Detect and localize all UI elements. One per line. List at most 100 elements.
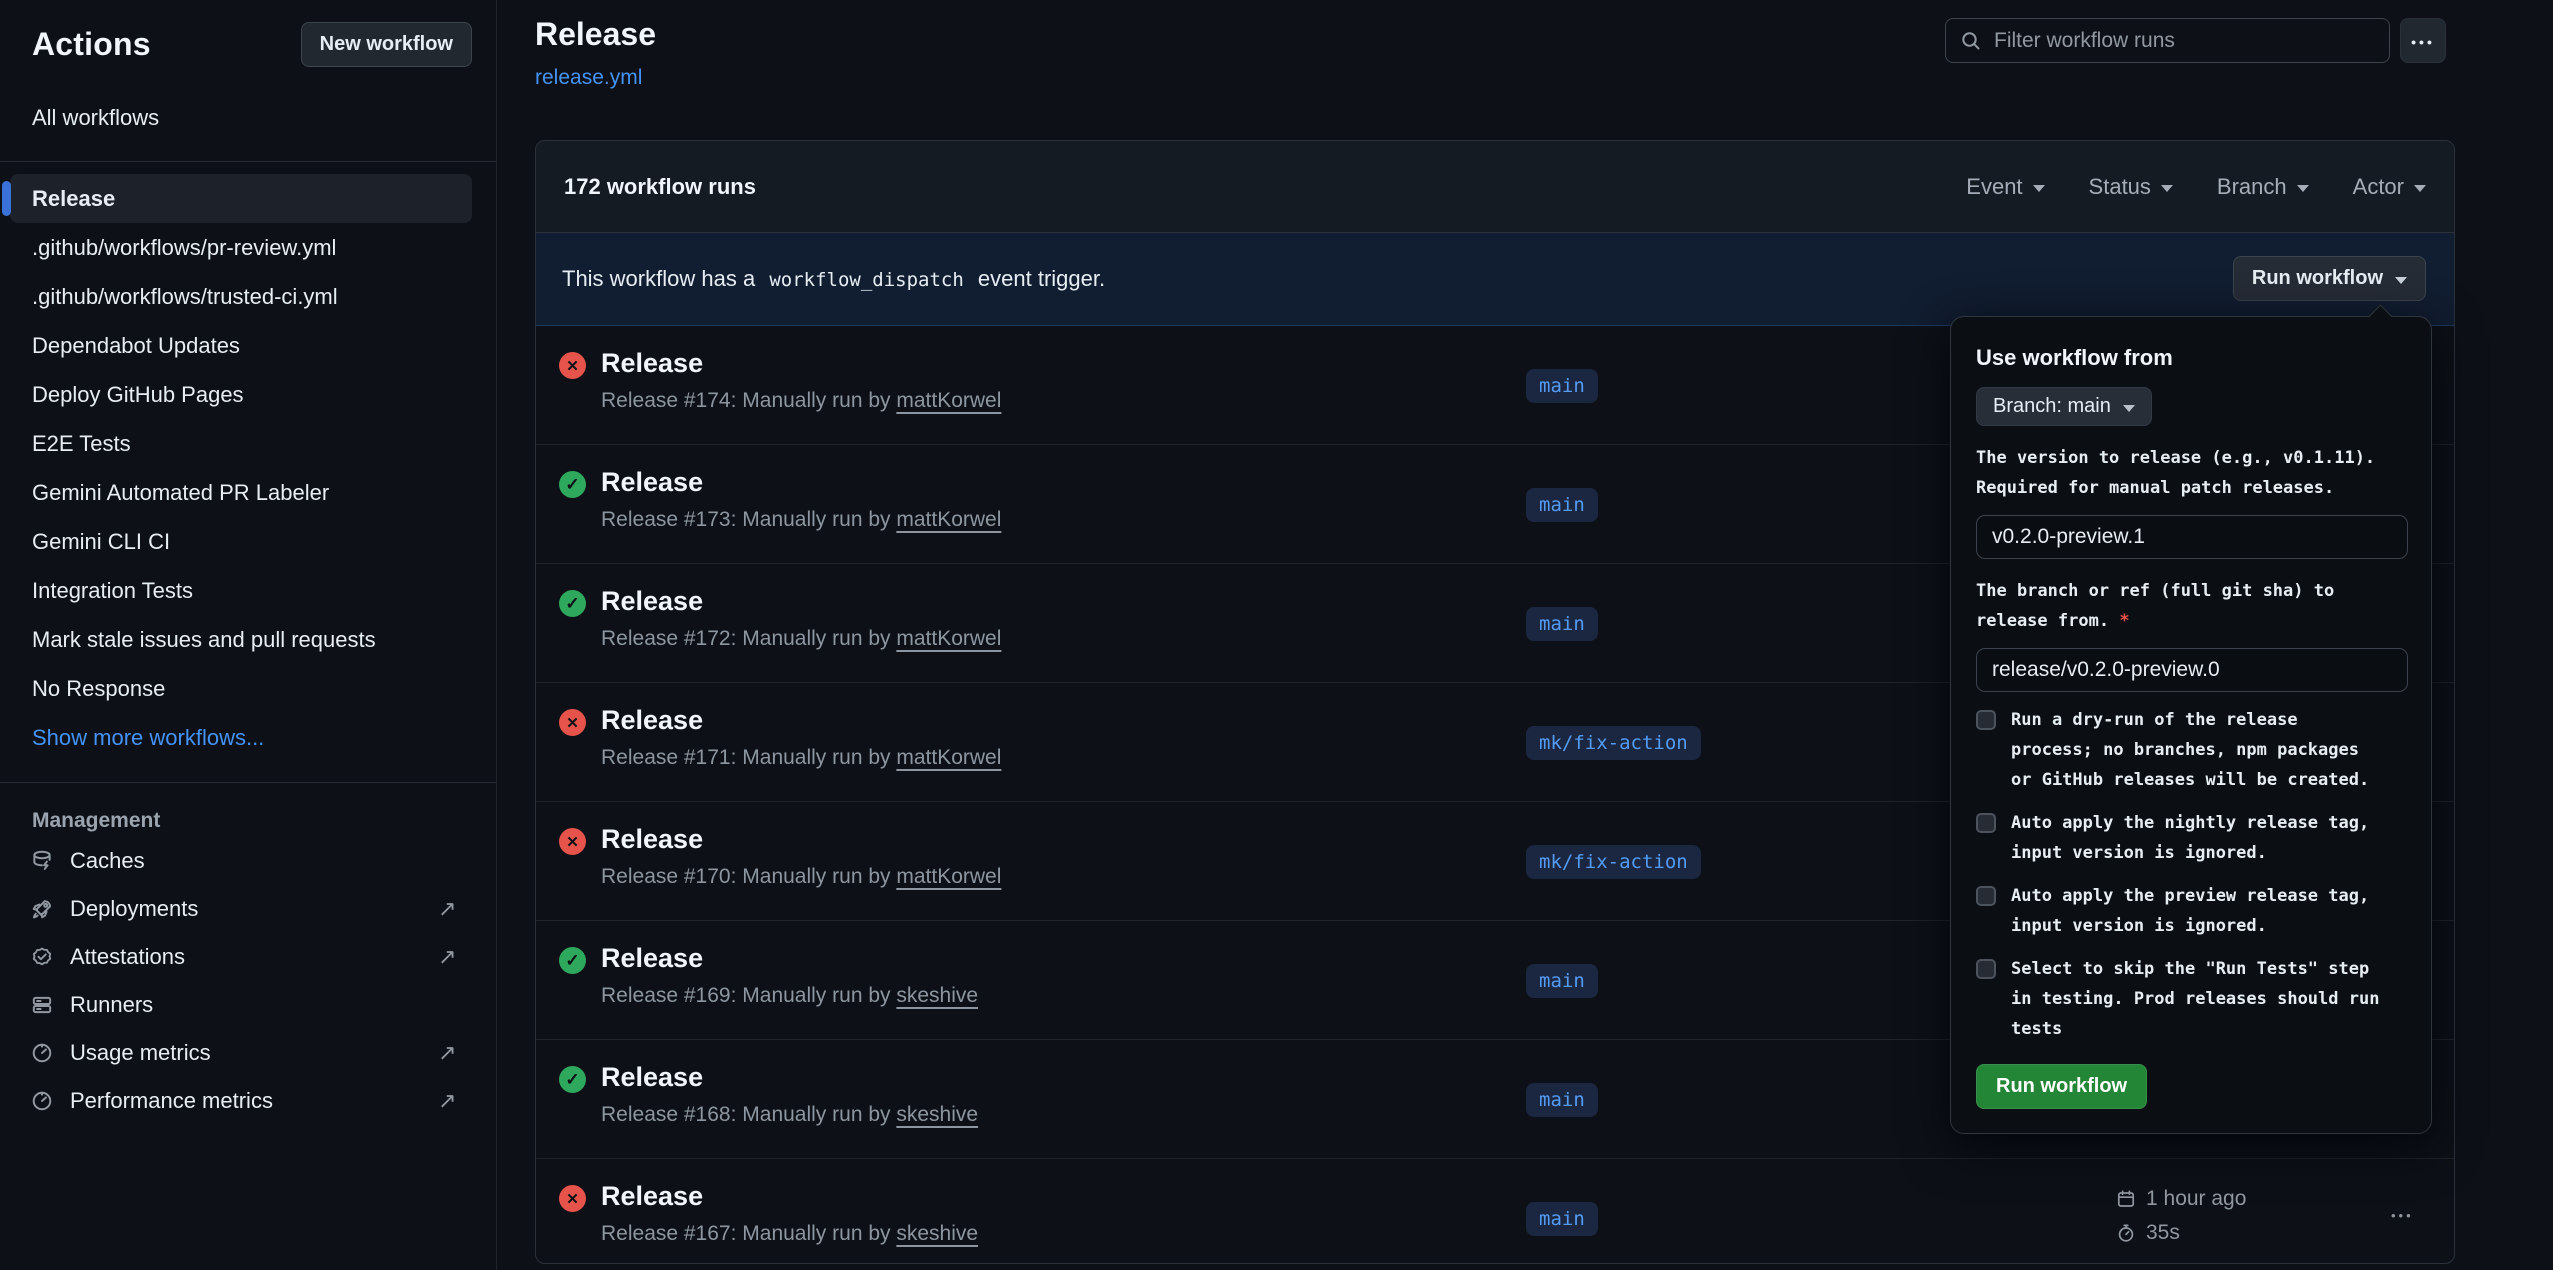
run-title[interactable]: Release (601, 467, 703, 498)
sidebar-item-label: Caches (70, 848, 460, 874)
chevron-down-icon (2033, 185, 2045, 192)
sidebar-item-performance-metrics[interactable]: Performance metrics (0, 1077, 496, 1125)
run-description: Release #174: Manually run by mattKorwel (601, 389, 1001, 413)
branch-badge[interactable]: mk/fix-action (1526, 845, 1701, 879)
version-input[interactable] (1976, 515, 2408, 559)
sidebar-item-deploy-github-pages[interactable]: Deploy GitHub Pages (0, 370, 496, 419)
sidebar-item-release[interactable]: Release (10, 174, 472, 223)
sidebar-item-label: Attestations (70, 944, 422, 970)
run-title[interactable]: Release (601, 348, 703, 379)
run-status-icon (559, 828, 586, 855)
sidebar-item-pr-review[interactable]: .github/workflows/pr-review.yml (0, 223, 496, 272)
workflow-file-link[interactable]: release.yml (535, 66, 642, 90)
filter-status[interactable]: Status (2089, 174, 2173, 200)
branch-badge[interactable]: main (1526, 607, 1598, 641)
run-options-kebab-icon[interactable] (2391, 1203, 2414, 1226)
checkbox-label[interactable]: Auto apply the preview release tag, inpu… (2011, 881, 2389, 941)
dry-run-checkbox-row: Run a dry-run of the release process; no… (1976, 705, 2406, 795)
skip-tests-checkbox[interactable] (1976, 959, 1996, 979)
checkbox-label[interactable]: Run a dry-run of the release process; no… (2011, 705, 2389, 795)
sidebar-item-integration-tests[interactable]: Integration Tests (0, 566, 496, 615)
verified-icon (30, 945, 54, 969)
filter-event[interactable]: Event (1966, 174, 2044, 200)
sidebar-item-runners[interactable]: Runners (0, 981, 496, 1029)
sidebar-item-gemini-cli-ci[interactable]: Gemini CLI CI (0, 517, 496, 566)
actor-link[interactable]: mattKorwel (896, 627, 1001, 650)
sidebar-item-e2e-tests[interactable]: E2E Tests (0, 419, 496, 468)
meter-icon (30, 1041, 54, 1065)
server-icon (30, 993, 54, 1017)
run-title[interactable]: Release (601, 824, 703, 855)
calendar-icon (2116, 1189, 2136, 1209)
workflow-list: Release .github/workflows/pr-review.yml … (0, 174, 496, 762)
sidebar-item-gemini-automated-pr-labeler[interactable]: Gemini Automated PR Labeler (0, 468, 496, 517)
run-workflow-dropdown-button[interactable]: Run workflow (2233, 256, 2426, 301)
workflow-dispatch-banner: This workflow has a workflow_dispatch ev… (536, 233, 2454, 326)
actions-sidebar: Actions New workflow All workflows Relea… (0, 0, 497, 1270)
new-workflow-button[interactable]: New workflow (301, 22, 472, 67)
actor-link[interactable]: mattKorwel (896, 508, 1001, 531)
branch-badge[interactable]: main (1526, 1083, 1598, 1117)
run-description: Release #168: Manually run by skeshive (601, 1103, 978, 1127)
run-title[interactable]: Release (601, 705, 703, 736)
run-workflow-submit-button[interactable]: Run workflow (1976, 1064, 2147, 1109)
branch-badge[interactable]: mk/fix-action (1526, 726, 1701, 760)
ref-input-description: The branch or ref (full git sha) to rele… (1976, 576, 2396, 636)
filter-workflow-runs-search[interactable] (1945, 18, 2390, 63)
runs-filters: Event Status Branch Actor (1966, 174, 2426, 200)
dry-run-checkbox[interactable] (1976, 710, 1996, 730)
branch-badge[interactable]: main (1526, 964, 1598, 998)
banner-text: This workflow has a workflow_dispatch ev… (562, 266, 1105, 292)
branch-badge[interactable]: main (1526, 369, 1598, 403)
sidebar-item-label: Runners (70, 992, 460, 1018)
cache-icon (30, 849, 54, 873)
sidebar-title: Actions (32, 26, 151, 63)
sidebar-item-all-workflows[interactable]: All workflows (0, 95, 496, 141)
runs-header: 172 workflow runs Event Status Branch Ac… (536, 141, 2454, 233)
checkbox-label[interactable]: Select to skip the "Run Tests" step in t… (2011, 954, 2389, 1044)
sidebar-item-dependabot-updates[interactable]: Dependabot Updates (0, 321, 496, 370)
run-title[interactable]: Release (601, 586, 703, 617)
sidebar-item-deployments[interactable]: Deployments (0, 885, 496, 933)
search-input[interactable] (1994, 29, 2375, 53)
external-link-icon (438, 898, 460, 920)
sidebar-item-caches[interactable]: Caches (0, 837, 496, 885)
sidebar-item-no-response[interactable]: No Response (0, 664, 496, 713)
preview-tag-checkbox-row: Auto apply the preview release tag, inpu… (1976, 881, 2406, 941)
run-title[interactable]: Release (601, 1181, 703, 1212)
sidebar-item-label: Deployments (70, 896, 422, 922)
run-title[interactable]: Release (601, 1062, 703, 1093)
filter-branch[interactable]: Branch (2217, 174, 2309, 200)
checkbox-label[interactable]: Auto apply the nightly release tag, inpu… (2011, 808, 2389, 868)
ref-input[interactable] (1976, 648, 2408, 692)
version-input-description: The version to release (e.g., v0.1.11). … (1976, 443, 2396, 503)
actor-link[interactable]: mattKorwel (896, 389, 1001, 412)
workflow-options-button[interactable] (2400, 18, 2446, 63)
actor-link[interactable]: mattKorwel (896, 865, 1001, 888)
branch-badge[interactable]: main (1526, 488, 1598, 522)
actor-link[interactable]: skeshive (896, 1103, 978, 1126)
sidebar-item-usage-metrics[interactable]: Usage metrics (0, 1029, 496, 1077)
workflow-run-row[interactable]: Release Release #167: Manually run by sk… (536, 1159, 2454, 1264)
page-title: Release (535, 16, 656, 53)
sidebar-divider (0, 782, 496, 783)
run-title[interactable]: Release (601, 943, 703, 974)
dialog-title: Use workflow from (1976, 345, 2406, 371)
actor-link[interactable]: skeshive (896, 1222, 978, 1245)
branch-selector[interactable]: Branch: main (1976, 387, 2152, 426)
sidebar-item-attestations[interactable]: Attestations (0, 933, 496, 981)
preview-tag-checkbox[interactable] (1976, 886, 1996, 906)
kebab-icon (2411, 35, 2435, 47)
sidebar-item-trusted-ci[interactable]: .github/workflows/trusted-ci.yml (0, 272, 496, 321)
chevron-down-icon (2414, 185, 2426, 192)
external-link-icon (438, 946, 460, 968)
branch-badge[interactable]: main (1526, 1202, 1598, 1236)
nightly-tag-checkbox[interactable] (1976, 813, 1996, 833)
sidebar-divider (0, 161, 496, 162)
sidebar-item-mark-stale[interactable]: Mark stale issues and pull requests (0, 615, 496, 664)
run-description: Release #170: Manually run by mattKorwel (601, 865, 1001, 889)
actor-link[interactable]: skeshive (896, 984, 978, 1007)
actor-link[interactable]: mattKorwel (896, 746, 1001, 769)
show-more-workflows-link[interactable]: Show more workflows... (0, 713, 496, 762)
filter-actor[interactable]: Actor (2353, 174, 2426, 200)
